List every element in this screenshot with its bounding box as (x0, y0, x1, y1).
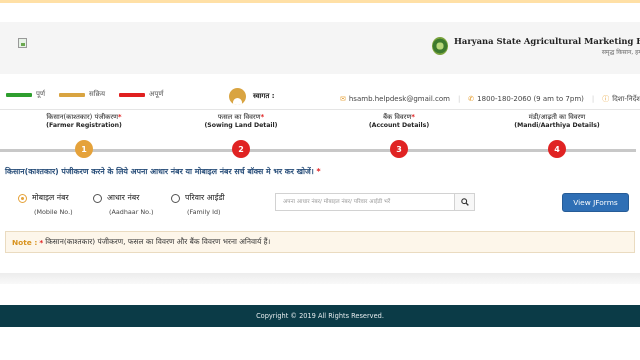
family-id-radio[interactable] (171, 194, 180, 203)
step-farmer-registration: किसान(काश्तकार) पंजीकरण* (Farmer Registr… (24, 112, 144, 158)
status-row: पूर्ण सक्रिय अपूर्ण स्वागत : ✉ hsamb.hel… (0, 86, 640, 110)
step-1-title: किसान(काश्तकार) पंजीकरण (46, 113, 119, 121)
search-box (275, 193, 475, 211)
helpdesk-email[interactable]: hsamb.helpdesk@gmail.com (349, 95, 450, 103)
status-legend: पूर्ण सक्रिय अपूर्ण (6, 90, 177, 99)
search-input[interactable] (276, 194, 454, 210)
site-logo-image (18, 38, 27, 48)
family-id-option-label: परिवार आईडी (185, 193, 225, 202)
step-mandi-details: मंडी/आढ़ती का विवरण (Mandi/Aarthiya Deta… (497, 112, 617, 158)
mobile-option-label: मोबाइल नंबर (32, 193, 69, 202)
note-text: किसान(काश्तकार) पंजीकरण, फसल का विवरण और… (45, 237, 271, 246)
contact-info: ✉ hsamb.helpdesk@gmail.com | ✆ 1800-180-… (340, 94, 640, 104)
phone-icon: ✆ (468, 95, 475, 103)
user-avatar-icon (229, 88, 246, 105)
step-2-subtitle: (Sowing Land Detail) (204, 122, 278, 129)
step-sowing-land: फसल का विवरण* (Sowing Land Detail) 2 (181, 112, 301, 158)
note-label: Note : (12, 237, 38, 247)
step-4-subtitle: (Mandi/Aarthiya Details) (514, 122, 600, 129)
info-icon: ⓘ (602, 95, 610, 103)
step-3-title: बैंक विवरण (383, 113, 412, 121)
helpline-number: 1800-180-2060 (9 am to 7pm) (477, 95, 584, 103)
legend-active-label: सक्रिय (89, 90, 106, 98)
step-1-subtitle: (Farmer Registration) (46, 122, 122, 129)
mobile-option-sublabel: (Mobile No.) (34, 208, 73, 216)
step-4-title: मंडी/आढ़ती का विवरण (528, 113, 586, 121)
org-tagline: समृद्ध किसान, हमारी पहचान (601, 49, 640, 56)
legend-incomplete-swatch (119, 92, 146, 97)
search-icon (460, 198, 469, 206)
footer: Copyright © 2019 All Rights Reserved. (0, 305, 640, 327)
welcome-text: स्वागत : (253, 92, 275, 100)
search-instruction-text: किसान(काश्तकार) पंजीकरण करने के लिये अपन… (5, 167, 314, 176)
step-3-subtitle: (Account Details) (368, 122, 430, 129)
step-3-circle: 3 (390, 140, 408, 158)
search-instruction: किसान(काश्तकार) पंजीकरण करने के लिये अपन… (5, 167, 321, 176)
aadhaar-radio[interactable] (93, 194, 102, 203)
family-id-option-sublabel: (Family Id) (187, 208, 221, 216)
section-divider (0, 273, 640, 284)
org-brand: Haryana State Agricultural Marketing Boa… (432, 36, 640, 56)
legend-incomplete-label: अपूर्ण (149, 90, 164, 98)
step-account-details: बैंक विवरण* (Account Details) 3 (339, 112, 459, 158)
copyright-text: Copyright © 2019 All Rights Reserved. (256, 312, 384, 320)
aadhaar-option-label: आधार नंबर (107, 193, 140, 202)
aadhaar-option-sublabel: (Aadhaar No.) (109, 208, 154, 216)
progress-track (0, 149, 636, 152)
step-4-circle: 4 (548, 140, 566, 158)
view-jforms-button[interactable]: View JForms (562, 193, 629, 212)
legend-active: सक्रिय (59, 90, 105, 99)
legend-incomplete: अपूर्ण (119, 90, 163, 99)
top-accent-bar (0, 0, 640, 3)
mobile-radio[interactable] (18, 194, 27, 203)
contact-divider: | (591, 95, 595, 103)
org-title: Haryana State Agricultural Marketing Boa… (454, 36, 640, 46)
step-1-circle: 1 (75, 140, 93, 158)
guidelines-link[interactable]: दिशा-निर्देश (612, 95, 640, 104)
user-welcome[interactable]: स्वागत : (229, 88, 275, 105)
hsamb-emblem-icon (432, 37, 448, 55)
envelope-icon: ✉ (340, 95, 346, 103)
search-button[interactable] (454, 194, 474, 210)
mandatory-note: Note : * किसान(काश्तकार) पंजीकरण, फसल का… (5, 231, 635, 253)
legend-complete: पूर्ण (6, 90, 45, 99)
legend-active-swatch (59, 92, 86, 97)
legend-complete-swatch (6, 92, 32, 97)
legend-complete-label: पूर्ण (36, 90, 46, 98)
contact-divider: | (457, 95, 461, 103)
registration-progress: किसान(काश्तकार) पंजीकरण* (Farmer Registr… (0, 112, 640, 164)
step-2-title: फसल का विवरण (217, 113, 261, 121)
step-2-circle: 2 (232, 140, 250, 158)
